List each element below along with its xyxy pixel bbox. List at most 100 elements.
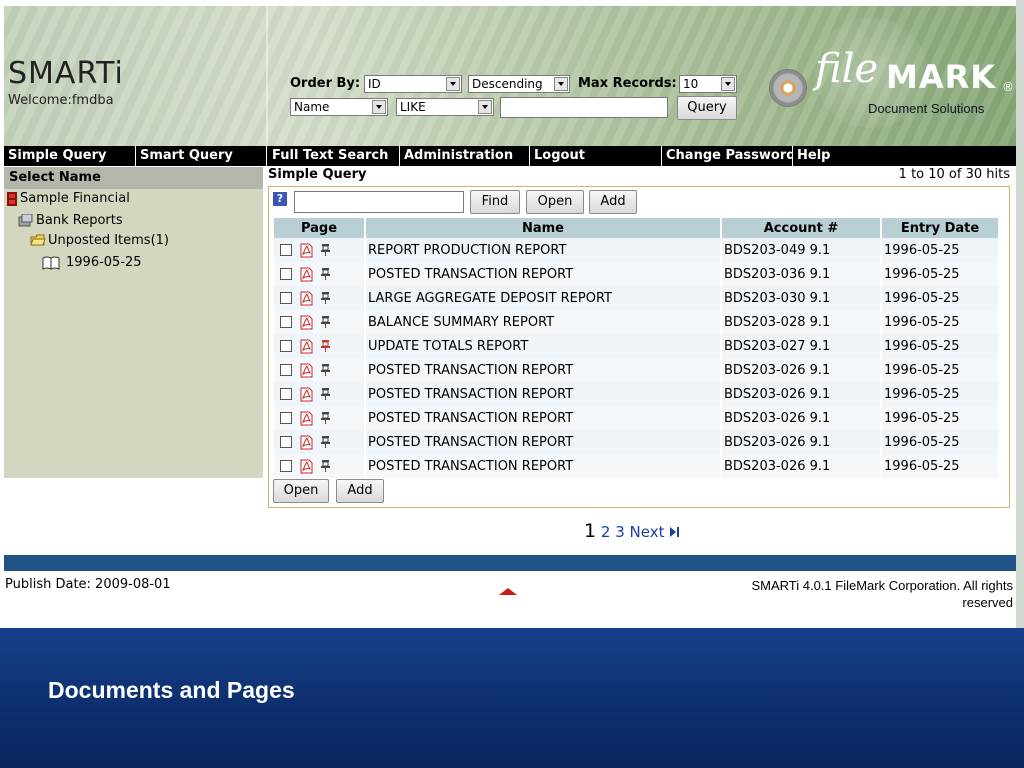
name-cell[interactable]: POSTED TRANSACTION REPORT (366, 262, 720, 286)
row-checkbox[interactable] (280, 436, 292, 448)
pin-icon[interactable] (319, 387, 332, 401)
nav-simple-query[interactable]: Simple Query (4, 146, 136, 166)
add-button-bottom[interactable]: Add (336, 479, 384, 503)
pin-icon[interactable] (319, 459, 332, 473)
table-row[interactable]: LARGE AGGREGATE DEPOSIT REPORT BDS203-030… (274, 286, 998, 310)
name-cell[interactable]: UPDATE TOTALS REPORT (366, 334, 720, 358)
nav-smart-query[interactable]: Smart Query (136, 146, 267, 166)
copyright-line: reserved (962, 595, 1013, 610)
entry-date-cell: 1996-05-25 (882, 406, 998, 430)
table-row[interactable]: POSTED TRANSACTION REPORT BDS203-026 9.1 1… (274, 406, 998, 430)
open-button[interactable]: Open (526, 190, 584, 214)
find-button[interactable]: Find (470, 190, 520, 214)
table-row[interactable]: POSTED TRANSACTION REPORT BDS203-026 9.1 1… (274, 382, 998, 406)
pdf-icon[interactable] (300, 243, 313, 258)
pdf-icon[interactable] (300, 315, 313, 330)
name-cell[interactable]: POSTED TRANSACTION REPORT (366, 358, 720, 382)
help-icon[interactable]: ? (273, 192, 287, 206)
row-checkbox[interactable] (280, 388, 292, 400)
column-header-page[interactable]: Page (274, 218, 364, 238)
pin-icon[interactable] (319, 435, 332, 449)
nav-change-password[interactable]: Change Password (662, 146, 793, 166)
logo-file-text: file (815, 46, 879, 92)
page-cell (274, 406, 364, 430)
name-cell[interactable]: REPORT PRODUCTION REPORT (366, 238, 720, 262)
row-checkbox[interactable] (280, 460, 292, 472)
column-header-name[interactable]: Name (366, 218, 720, 238)
name-cell[interactable]: POSTED TRANSACTION REPORT (366, 430, 720, 454)
pdf-icon[interactable] (300, 291, 313, 306)
pdf-icon[interactable] (300, 339, 313, 354)
row-checkbox[interactable] (280, 340, 292, 352)
publish-date: Publish Date: 2009-08-01 (5, 577, 171, 592)
row-checkbox[interactable] (280, 364, 292, 376)
nav-logout[interactable]: Logout (530, 146, 662, 166)
table-row[interactable]: UPDATE TOTALS REPORT BDS203-027 9.1 1996-0… (274, 334, 998, 358)
table-row[interactable]: POSTED TRANSACTION REPORT BDS203-026 9.1 1… (274, 430, 998, 454)
tree-item-date[interactable]: 1996-05-25 (42, 255, 142, 270)
row-checkbox[interactable] (280, 244, 292, 256)
pdf-icon[interactable] (300, 363, 313, 378)
query-input[interactable] (500, 97, 668, 118)
row-checkbox[interactable] (280, 268, 292, 280)
operator-select[interactable]: LIKE (396, 98, 494, 116)
pdf-icon[interactable] (300, 435, 313, 450)
pdf-icon[interactable] (300, 411, 313, 426)
tree-item-bank-reports[interactable]: Bank Reports (18, 213, 123, 228)
table-row[interactable]: POSTED TRANSACTION REPORT BDS203-026 9.1 1… (274, 358, 998, 382)
open-button-bottom[interactable]: Open (273, 479, 329, 503)
table-row[interactable]: POSTED TRANSACTION REPORT BDS203-036 9.1 1… (274, 262, 998, 286)
pin-icon[interactable] (319, 315, 332, 329)
table-row[interactable]: POSTED TRANSACTION REPORT BDS203-026 9.1 1… (274, 454, 998, 478)
pin-icon[interactable] (319, 291, 332, 305)
name-cell[interactable]: BALANCE SUMMARY REPORT (366, 310, 720, 334)
order-by-value: ID (368, 77, 381, 91)
tree-item-sample-financial[interactable]: Sample Financial (6, 191, 130, 206)
sidebar: Select Name Sample Financial Bank Report… (4, 167, 263, 478)
nav-help[interactable]: Help (793, 146, 1016, 166)
pin-icon[interactable] (319, 267, 332, 281)
page-link[interactable]: 3 (615, 523, 625, 541)
account-cell: BDS203-026 9.1 (722, 406, 880, 430)
name-cell[interactable]: POSTED TRANSACTION REPORT (366, 454, 720, 478)
cabinet-icon (7, 191, 17, 206)
nav-full-text-search[interactable]: Full Text Search (268, 146, 400, 166)
table-row[interactable]: REPORT PRODUCTION REPORT BDS203-049 9.1 19… (274, 238, 998, 262)
pdf-icon[interactable] (300, 459, 313, 474)
query-button[interactable]: Query (677, 96, 737, 120)
tree-item-unposted-items[interactable]: Unposted Items(1) (30, 233, 169, 248)
name-cell[interactable]: POSTED TRANSACTION REPORT (366, 382, 720, 406)
page-cell (274, 334, 364, 358)
field-select[interactable]: Name (290, 98, 388, 116)
order-by-select[interactable]: ID (364, 75, 462, 93)
pin-icon[interactable] (319, 411, 332, 425)
column-header-account[interactable]: Account # (722, 218, 880, 238)
name-cell[interactable]: LARGE AGGREGATE DEPOSIT REPORT (366, 286, 720, 310)
column-header-entry-date[interactable]: Entry Date (882, 218, 998, 238)
pdf-icon[interactable] (300, 267, 313, 282)
scroll-top-icon[interactable] (499, 588, 517, 595)
order-direction-value: Descending (472, 77, 543, 91)
next-link[interactable]: Next (630, 523, 665, 541)
order-direction-select[interactable]: Descending (468, 75, 570, 93)
skip-last-icon[interactable] (669, 526, 681, 538)
table-body: REPORT PRODUCTION REPORT BDS203-049 9.1 19… (274, 238, 998, 478)
page-link[interactable]: 2 (601, 523, 611, 541)
pagination: 1 2 3 Next (584, 520, 681, 542)
header-divider (266, 6, 268, 146)
pdf-icon[interactable] (300, 387, 313, 402)
entry-date-cell: 1996-05-25 (882, 262, 998, 286)
pin-icon[interactable] (319, 243, 332, 257)
add-button[interactable]: Add (589, 190, 637, 214)
max-records-select[interactable]: 10 (679, 75, 737, 93)
search-input[interactable] (294, 191, 464, 213)
row-checkbox[interactable] (280, 316, 292, 328)
name-cell[interactable]: POSTED TRANSACTION REPORT (366, 406, 720, 430)
row-checkbox[interactable] (280, 412, 292, 424)
table-row[interactable]: BALANCE SUMMARY REPORT BDS203-028 9.1 1996… (274, 310, 998, 334)
pin-icon[interactable] (319, 363, 332, 377)
page-cell (274, 310, 364, 334)
row-checkbox[interactable] (280, 292, 292, 304)
pin-icon[interactable] (319, 339, 332, 353)
nav-administration[interactable]: Administration (400, 146, 530, 166)
